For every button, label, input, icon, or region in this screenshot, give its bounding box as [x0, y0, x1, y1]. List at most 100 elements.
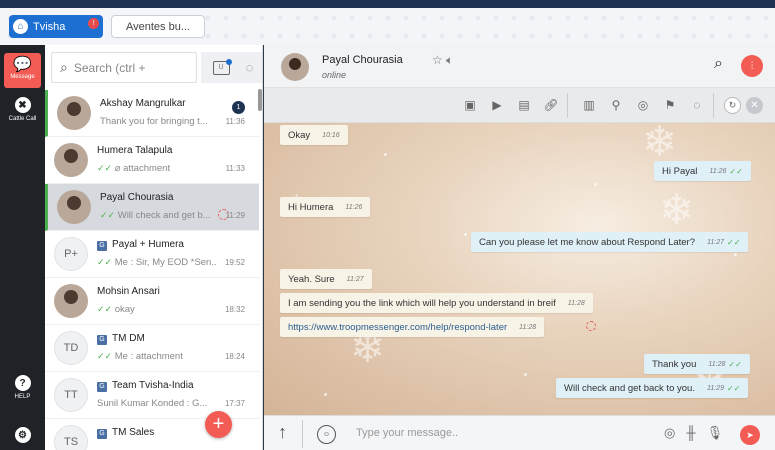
read-ticks-icon: ✓✓ — [97, 304, 113, 314]
contact-name-text: Payal + Humera — [112, 239, 184, 250]
message-time: 11:28 — [567, 299, 585, 307]
conversation-sidebar: ⌕ Search (ctrl + U ◌ ☆ Akshay Mangrulkar… — [45, 45, 263, 450]
avatar: P+ — [54, 237, 88, 271]
emoji-icon[interactable]: ☺ — [317, 425, 336, 444]
message-bubble-incoming[interactable]: I am sending you the link which will hel… — [280, 293, 593, 313]
close-icon[interactable]: ✕ — [746, 96, 763, 114]
send-button[interactable]: ➤ — [740, 425, 760, 445]
respond-later-icon[interactable]: ◌ — [686, 95, 708, 115]
message-text: Thank you — [652, 358, 697, 370]
chat-bubble-icon: 💬 — [13, 56, 32, 73]
list-item[interactable]: Payal Chourasia ✓✓ Will check and get b.… — [45, 184, 259, 231]
filter-icon[interactable]: ⫶ — [741, 55, 763, 77]
message-input[interactable]: Type your message.. — [356, 427, 458, 439]
audio-icon[interactable]: ◎ — [632, 95, 654, 115]
message-time: 18:24 — [224, 352, 245, 361]
last-message-text: attachment — [123, 163, 171, 174]
message-bubble-outgoing[interactable]: Can you please let me know about Respond… — [471, 232, 749, 252]
toolbar-divider — [713, 92, 714, 118]
search-icon[interactable]: ⌕ — [714, 55, 723, 73]
flag-icon[interactable]: ⚑ — [659, 95, 681, 115]
contact-card-icon[interactable]: ▥ — [578, 95, 600, 115]
chat-contact-name: Payal Chourasia — [322, 54, 403, 66]
read-ticks-icon: ✓✓ — [729, 166, 743, 176]
org-tab-label: Aventes bu... — [125, 20, 190, 33]
arrow-up-icon[interactable]: ↑ — [278, 422, 287, 443]
message-link[interactable]: https://www.troopmessenger.com/help/resp… — [288, 322, 507, 333]
message-time: 11:27 — [707, 238, 724, 246]
left-nav-rail: 💬 Message ✖ Cattle Call ? HELP ⚙ — [0, 45, 45, 450]
message-text: Will check and get back to you. — [564, 382, 695, 394]
message-bubble-incoming[interactable]: https://www.troopmessenger.com/help/resp… — [280, 317, 545, 337]
message-bubble-incoming[interactable]: Okay 10:16 — [280, 125, 348, 145]
message-bubble-incoming[interactable]: Hi Humera 11:26 — [280, 197, 371, 217]
respond-later-icon[interactable]: ◎ — [664, 425, 675, 441]
video-icon[interactable]: ▶ — [486, 95, 508, 115]
message-area[interactable]: ❄ ❄ ❄ ❄ ❄ Okay 10:16 Hi Payal 11:26 ✓✓ H… — [264, 123, 775, 415]
image-icon[interactable]: ▣ — [459, 95, 481, 115]
message-bubble-outgoing[interactable]: Thank you 11:28 ✓✓ — [644, 354, 750, 374]
nav-help[interactable]: ? HELP — [4, 375, 41, 400]
star-icon[interactable]: ☆ — [432, 53, 443, 67]
snowflake-decoration: ❄ — [642, 123, 678, 165]
location-icon[interactable]: ⚲ — [605, 95, 627, 115]
sidebar-scrollbar[interactable] — [258, 89, 262, 111]
app-title-bar — [0, 0, 775, 8]
message-text: I am sending you the link which will hel… — [288, 297, 556, 309]
nav-settings[interactable]: ⚙ — [4, 427, 41, 446]
unread-filter-icon[interactable]: U — [212, 58, 232, 75]
search-input[interactable]: ⌕ Search (ctrl + — [51, 52, 197, 83]
read-ticks-icon: ✓✓ — [97, 257, 113, 267]
message-time: 11:36 — [225, 117, 245, 126]
org-tab-tvisha[interactable]: ⌂ Tvisha ! — [9, 15, 103, 38]
message-time: 11:29 — [706, 384, 724, 392]
avatar — [54, 284, 88, 318]
contact-name-text: TM Sales — [112, 427, 155, 438]
respond-later-filter-icon[interactable]: ◌ — [241, 60, 259, 76]
attachment-toolbar: ▣ ▶ ▤ 🔗︎ ▥ ⚲ ◎ ⚑ ◌ ↻ ✕ — [264, 88, 775, 123]
read-ticks-icon: ✓✓ — [100, 210, 116, 220]
last-message: ✓✓ Me : Sir, My EOD *Sen... — [97, 257, 217, 268]
nav-help-label: HELP — [14, 394, 31, 400]
list-item[interactable]: P+ G Payal + Humera ✓✓ Me : Sir, My EOD *… — [45, 231, 259, 278]
refresh-icon[interactable]: ↻ — [724, 96, 741, 114]
header-actions: ☆ 🔈︎ — [432, 53, 453, 68]
microphone-icon[interactable]: 🎙︎ — [707, 425, 724, 441]
chat-panel: Payal Chourasia online ☆ 🔈︎ ⌕ ⫶ ▣ ▶ ▤ 🔗︎… — [264, 45, 775, 450]
avatar — [281, 53, 309, 81]
org-alert-badge: ! — [88, 18, 99, 29]
message-bubble-outgoing[interactable]: Hi Payal 11:26 ✓✓ — [654, 161, 751, 181]
contact-name: Humera Talapula — [97, 145, 173, 156]
search-placeholder: Search (ctrl + — [73, 60, 146, 75]
nav-cattle-call[interactable]: ✖ Cattle Call — [4, 97, 41, 122]
list-item[interactable]: TT G Team Tvisha-India Sunil Kumar Konded… — [45, 372, 259, 419]
new-chat-button[interactable]: + — [205, 411, 232, 438]
respond-later-icon[interactable] — [586, 321, 596, 331]
list-item[interactable]: Mohsin Ansari ✓✓ okay 18:32 — [45, 278, 259, 325]
contact-name: Mohsin Ansari — [97, 286, 160, 297]
list-item[interactable]: TD G TM DM ✓✓ Me : attachment 18:24 — [45, 325, 259, 372]
mute-icon[interactable]: 🔈︎ — [446, 53, 453, 67]
message-bubble-outgoing[interactable]: Will check and get back to you. 11:29 ✓✓ — [556, 378, 749, 398]
paperclip-icon: ⌀ — [114, 163, 121, 174]
message-time: 17:37 — [224, 399, 245, 408]
format-icon[interactable]: ╫ — [686, 425, 695, 441]
help-icon: ? — [14, 375, 31, 391]
contact-name: G TM DM — [97, 333, 145, 345]
org-tab-aventes[interactable]: Aventes bu... — [111, 15, 205, 38]
document-icon[interactable]: ▤ — [513, 95, 535, 115]
nav-message[interactable]: 💬 Message — [4, 53, 41, 88]
message-bubble-incoming[interactable]: Yeah. Sure 11:27 — [280, 269, 372, 289]
contact-name-text: Team Tvisha-India — [112, 380, 194, 391]
organization-bar: ⌂ Tvisha ! Aventes bu... — [0, 8, 775, 45]
cattle-call-icon: ✖ — [14, 97, 31, 113]
message-text: Hi Humera — [288, 201, 334, 213]
message-time: 11:27 — [346, 275, 364, 283]
last-message-text: Me : Sir, My EOD *Sen... — [114, 257, 217, 268]
snowflake-decoration: ❄ — [659, 186, 695, 233]
message-text: Can you please let me know about Respond… — [479, 236, 695, 248]
list-item[interactable]: Humera Talapula ✓✓ ⌀ attachment 11:33 — [45, 137, 259, 184]
group-icon: G — [97, 382, 107, 392]
list-item[interactable]: Akshay Mangrulkar Thank you for bringing… — [45, 90, 259, 137]
link-icon[interactable]: 🔗︎ — [540, 95, 562, 115]
